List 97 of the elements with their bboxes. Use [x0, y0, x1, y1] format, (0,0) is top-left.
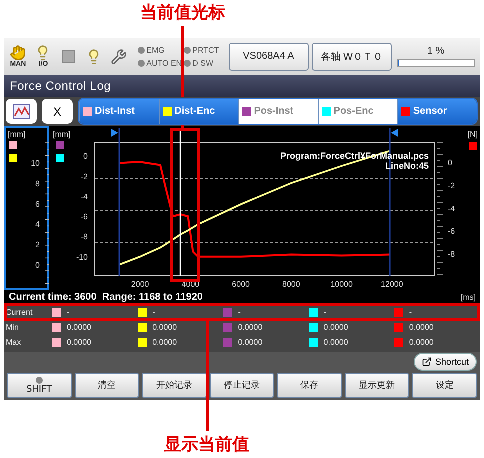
chart-button[interactable]	[6, 99, 37, 124]
action-button[interactable]: 开始记录	[142, 373, 207, 398]
value-text: -	[152, 308, 156, 317]
chart-icon	[12, 104, 30, 120]
leader-line	[181, 26, 184, 97]
tick-label: -2	[80, 172, 88, 182]
tick-label: -8	[448, 250, 456, 259]
axis-unit: [N]	[468, 130, 478, 139]
legend-swatch	[56, 154, 64, 162]
tick-label: 10	[31, 159, 40, 168]
value-text: 0.0000	[152, 323, 178, 332]
tick-label: 8	[36, 179, 40, 188]
value-text: 0.0000	[324, 323, 348, 332]
robot-button[interactable]: VS068A4 A	[228, 42, 309, 70]
legend-swatch	[394, 323, 404, 332]
legend-swatch	[138, 308, 147, 317]
legend-tab[interactable]: Sensor	[397, 99, 477, 124]
value-text: 0.0000	[324, 338, 348, 347]
legend-swatch	[394, 338, 404, 347]
legend-swatch	[308, 308, 318, 317]
shift-button[interactable]: SHIFT	[7, 373, 72, 398]
value-text: 0.0000	[409, 338, 434, 347]
legend-swatch	[223, 338, 232, 347]
range-marker[interactable]	[111, 128, 120, 276]
axis-unit: [ms]	[460, 292, 476, 302]
action-button[interactable]: 停止记录	[210, 373, 274, 398]
annotation-label: 当前值光标	[140, 2, 226, 24]
legend-swatch	[223, 308, 232, 317]
legend-swatch	[9, 141, 17, 149]
legend-tab[interactable]: Dist-Enc	[158, 99, 238, 124]
hand-icon	[10, 44, 26, 60]
tick-label: 2	[36, 240, 40, 250]
tick-label: -10	[76, 252, 88, 262]
value-text: 0.0000	[409, 323, 434, 332]
value-text: 0.0000	[238, 323, 263, 332]
value-text: -	[409, 308, 412, 317]
tick-label: 0	[448, 158, 452, 168]
row-label: Min	[5, 322, 20, 334]
speed-reading: 1 %	[427, 46, 445, 57]
action-button[interactable]: 设定	[412, 373, 478, 398]
tick-label: -8	[80, 232, 88, 242]
annotation-label: 显示当前值	[164, 434, 250, 456]
axis-unit: [mm]	[53, 130, 71, 139]
legend-tab[interactable]: Pos-Enc	[318, 99, 398, 124]
value-text: -	[67, 308, 70, 317]
tick-label: -4	[80, 192, 88, 202]
value-text: -	[324, 308, 326, 317]
value-text: 0.0000	[67, 338, 92, 347]
legend-swatch	[52, 323, 61, 332]
legend-swatch	[394, 308, 404, 317]
legend-swatch	[308, 338, 318, 347]
legend-swatch	[138, 323, 147, 332]
row-label: Max	[5, 337, 22, 349]
cursor-line[interactable]	[180, 128, 182, 276]
close-button[interactable]: X	[42, 99, 73, 124]
tick-label: 4	[36, 220, 40, 230]
action-button[interactable]: 清空	[74, 373, 140, 398]
legend-swatch	[52, 338, 61, 347]
shortcut-button[interactable]: Shortcut	[414, 353, 477, 371]
value-text: -	[238, 308, 241, 317]
action-button[interactable]: 显示更新	[344, 373, 410, 398]
legend-swatch	[56, 141, 64, 149]
status-indicator: PRTCT	[184, 46, 226, 54]
tick-label: 6	[36, 200, 40, 209]
tick-label: -6	[80, 212, 88, 222]
time-range-text: Current time: 3600 Range: 1168 to 11920	[9, 292, 203, 302]
value-text: 0.0000	[67, 323, 92, 332]
wrench-icon	[111, 48, 128, 64]
tick-label: 6000	[232, 280, 250, 289]
tick-label: 0	[36, 261, 40, 270]
row-label: Current	[5, 307, 34, 319]
tick-label: -2	[448, 182, 456, 190]
legend-tab[interactable]: Dist-Inst	[79, 99, 159, 124]
action-button[interactable]: 保存	[277, 373, 342, 398]
tick-label: 12000	[381, 280, 404, 289]
window-title: Force Control Log	[4, 75, 480, 97]
legend-swatch	[138, 338, 147, 347]
legend-swatch	[9, 154, 17, 162]
value-text: 0.0000	[152, 338, 178, 347]
shortcut-icon	[422, 357, 432, 367]
tick-label: 10000	[330, 280, 353, 289]
axis-unit: [mm]	[8, 130, 26, 139]
square-icon	[62, 50, 76, 64]
robot-button[interactable]: 各轴 W０Ｔ０	[312, 42, 392, 70]
tick-label: -4	[448, 204, 456, 214]
legend-swatch	[223, 323, 232, 332]
tick-label: -6	[448, 227, 456, 236]
tick-label: 0	[84, 152, 88, 162]
legend-swatch	[308, 323, 318, 332]
status-indicator: EMG	[138, 46, 184, 54]
value-text: 0.0000	[238, 338, 263, 347]
legend-swatch	[469, 142, 477, 150]
tick-label: 2000	[131, 280, 150, 289]
status-indicator: D SW	[184, 58, 226, 68]
legend-swatch	[52, 308, 61, 317]
tick-label: 8000	[282, 280, 300, 289]
legend-tab[interactable]: Pos-Inst	[238, 99, 318, 124]
